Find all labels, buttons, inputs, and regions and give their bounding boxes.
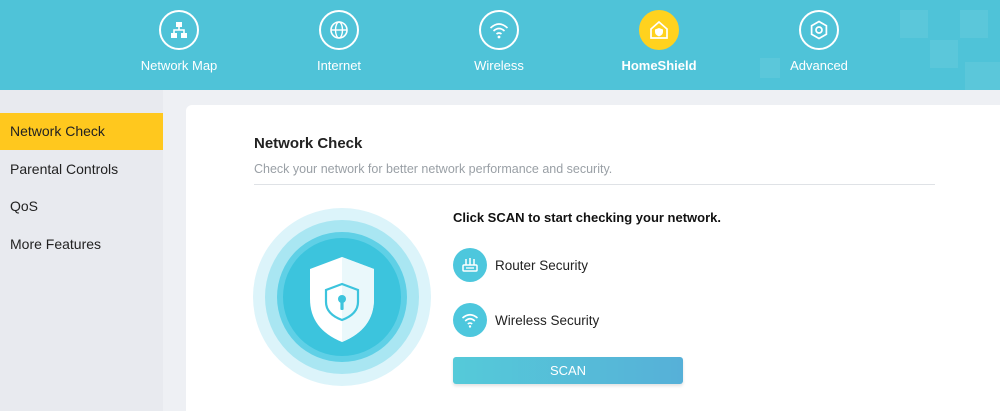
network-check-panel: Network Check Check your network for bet… (186, 105, 1000, 411)
page-subtitle: Check your network for better network pe… (254, 162, 613, 176)
background-decoration (900, 10, 928, 38)
page-title: Network Check (254, 135, 363, 152)
scan-button[interactable]: SCAN (453, 357, 683, 384)
sidebar-item-more-features[interactable]: More Features (0, 226, 163, 263)
scan-prompt: Click SCAN to start checking your networ… (453, 210, 722, 225)
router-icon (453, 248, 487, 282)
nav-advanced[interactable]: Advanced (759, 0, 879, 90)
top-nav-bar: Network Map Internet Wireless HomeShield… (0, 0, 1000, 90)
wifi-icon (479, 10, 519, 50)
check-router-security: Router Security (453, 248, 588, 282)
nav-wireless[interactable]: Wireless (439, 0, 559, 90)
background-decoration (930, 40, 958, 68)
check-label: Router Security (495, 257, 589, 273)
sidebar-item-network-check[interactable]: Network Check (0, 113, 163, 150)
divider (254, 184, 935, 185)
check-wireless-security: Wireless Security (453, 303, 599, 337)
nav-label: Wireless (474, 58, 524, 73)
sidebar-item-qos[interactable]: QoS (0, 188, 163, 225)
shield-illustration (252, 207, 432, 387)
wifi-icon (453, 303, 487, 337)
homeshield-icon (639, 10, 679, 50)
nav-internet[interactable]: Internet (279, 0, 399, 90)
gear-icon (799, 10, 839, 50)
network-map-icon (159, 10, 199, 50)
nav-homeshield[interactable]: HomeShield (599, 0, 719, 90)
shield-lock-icon (253, 208, 431, 386)
sidebar: Network Check Parental Controls QoS More… (0, 90, 163, 411)
background-decoration (960, 10, 988, 38)
check-label: Wireless Security (495, 312, 600, 328)
nav-label: Advanced (790, 58, 848, 73)
globe-icon (319, 10, 359, 50)
background-decoration (965, 62, 1000, 90)
nav-label: Internet (316, 58, 362, 73)
nav-label: HomeShield (621, 58, 697, 73)
nav-network-map[interactable]: Network Map (119, 0, 239, 90)
nav-label: Network Map (140, 58, 218, 73)
sidebar-item-parental-controls[interactable]: Parental Controls (0, 151, 163, 188)
